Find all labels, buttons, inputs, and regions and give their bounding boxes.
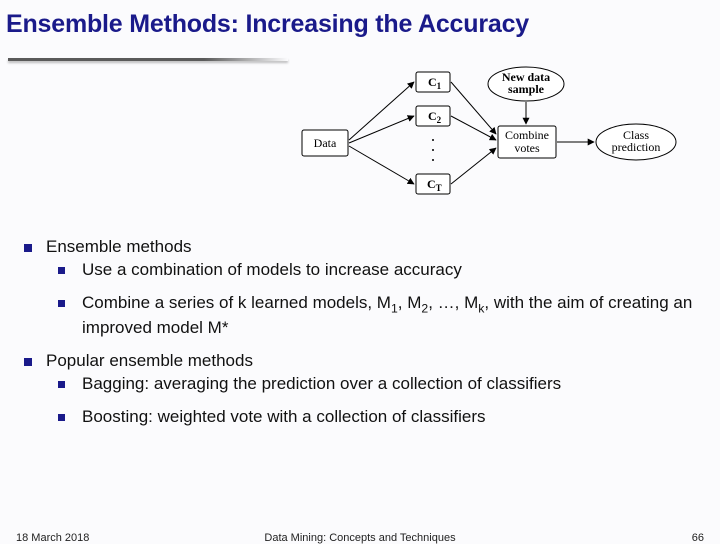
svg-text:votes: votes — [514, 141, 540, 155]
diagram-data-label: Data — [314, 136, 337, 150]
bullet-ensemble-methods: Ensemble methods Use a combination of mo… — [18, 236, 702, 340]
footer-page-number: 66 — [692, 532, 704, 544]
ensemble-diagram: Data C1 C2 CT New data sample Combine vo… — [298, 64, 698, 224]
bullet-boosting: Boosting: weighted vote with a collectio… — [46, 406, 702, 429]
svg-text:Combine: Combine — [505, 128, 549, 142]
svg-text:prediction: prediction — [612, 140, 661, 154]
bullet-combine-k: Combine a series of k learned models, M1… — [46, 292, 702, 340]
bullet-bagging: Bagging: averaging the prediction over a… — [46, 373, 702, 396]
bullet-content: Ensemble methods Use a combination of mo… — [0, 236, 720, 439]
bullet-popular-methods: Popular ensemble methods Bagging: averag… — [18, 350, 702, 429]
title-underline — [8, 58, 288, 61]
svg-text:sample: sample — [508, 82, 545, 96]
footer-source: Data Mining: Concepts and Techniques — [0, 532, 720, 544]
slide-title: Ensemble Methods: Increasing the Accurac… — [0, 0, 720, 39]
bullet-combination: Use a combination of models to increase … — [46, 259, 702, 282]
